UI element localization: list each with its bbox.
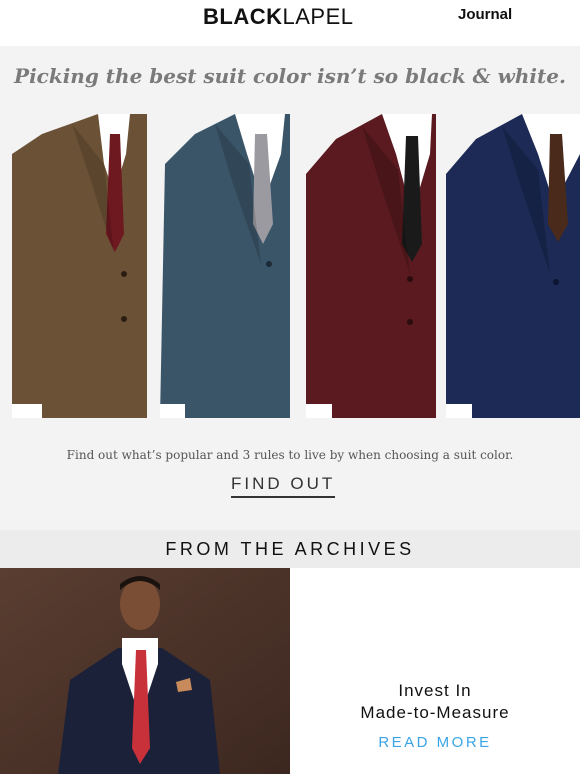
suit-image-navy xyxy=(446,114,580,418)
article-title: Invest In Made-to-Measure xyxy=(290,680,580,724)
brand-logo[interactable]: BLACKLAPEL xyxy=(203,4,354,30)
article-title-line2: Made-to-Measure xyxy=(360,703,510,722)
article-title-line1: Invest In xyxy=(398,681,472,700)
suit-image-blue-grey xyxy=(155,114,290,418)
article-card: Invest In Made-to-Measure READ MORE xyxy=(290,568,580,774)
suit-image-strip[interactable] xyxy=(12,114,580,418)
suit-image-brown xyxy=(12,114,147,418)
find-out-button[interactable]: FIND OUT xyxy=(231,474,336,498)
email-header: BLACKLAPEL Journal xyxy=(0,0,580,46)
suit-image-burgundy xyxy=(306,114,436,418)
hero-caption: Find out what’s popular and 3 rules to l… xyxy=(66,448,514,462)
logo-bold-text: BLACK xyxy=(203,4,283,29)
archives-band: FROM THE ARCHIVES xyxy=(0,530,580,568)
hero-section: Picking the best suit color isn’t so bla… xyxy=(0,46,580,530)
archives-title: FROM THE ARCHIVES xyxy=(165,539,415,559)
hero-title: Picking the best suit color isn’t so bla… xyxy=(14,64,566,88)
journal-link[interactable]: Journal xyxy=(458,6,512,23)
logo-light-text: LAPEL xyxy=(282,4,354,29)
article-photo[interactable] xyxy=(0,568,290,774)
read-more-link[interactable]: READ MORE xyxy=(290,734,580,751)
suit-jacket xyxy=(12,114,147,418)
